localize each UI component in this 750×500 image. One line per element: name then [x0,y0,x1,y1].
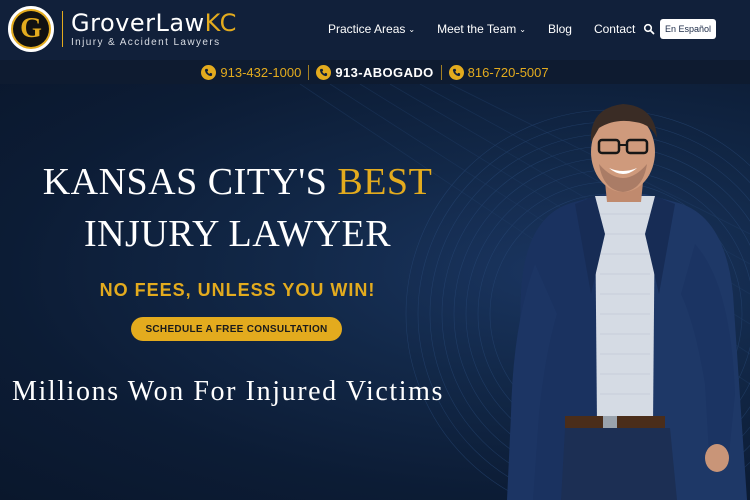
phone-link-3[interactable]: 816-720-5007 [448,64,549,80]
chevron-down-icon: ⌄ [519,24,526,34]
logo-text: GroverLawKC Injury & Accident Lawyers [71,11,237,48]
headline-accent: BEST [337,161,433,203]
nav-label: Contact [593,22,636,36]
attorney-photo [507,104,747,500]
schedule-consultation-button[interactable]: SCHEDULE A FREE CONSULTATION [131,317,342,341]
main-nav: Practice Areas ⌄ Meet the Team ⌄ Blog Cont… [328,22,657,36]
phone-number: 913-432-1000 [220,64,302,80]
nav-practice-areas[interactable]: Practice Areas ⌄ [328,22,415,36]
logo-mark: G [8,6,54,52]
logo-letter: G [13,11,49,47]
brand-name-accent: KC [204,8,237,37]
hero-headline-line2: INJURY LAWYER [83,213,392,255]
hero-section: KANSAS CITY'S BEST INJURY LAWYER NO FEES… [0,84,750,500]
nav-meet-the-team[interactable]: Meet the Team ⌄ [437,22,526,36]
phone-icon [316,64,332,80]
site-header: G GroverLawKC Injury & Accident Lawyers … [0,0,750,60]
hero-tagline: NO FEES, UNLESS YOU WIN! [99,280,376,300]
logo-divider [62,11,63,47]
nav-label: Meet the Team [437,22,517,36]
search-icon[interactable] [643,23,655,35]
nav-label: Blog [547,22,572,36]
brand-name: GroverLawKC [71,11,237,35]
phone-number: 816-720-5007 [467,64,549,80]
nav-label: Practice Areas [328,22,406,36]
logo[interactable]: G GroverLawKC Injury & Accident Lawyers [8,6,237,52]
phone-link-1[interactable]: 913-432-1000 [201,64,302,80]
phone-icon [201,64,217,80]
phone-link-2[interactable]: 913-ABOGADO [316,64,434,80]
language-button[interactable]: En Español [660,19,716,39]
hero-headline-line1: KANSAS CITY'S BEST [0,160,475,204]
headline-prefix: KANSAS CITY'S [42,161,338,203]
nav-blog[interactable]: Blog [548,22,572,36]
phone-bar: 913-432-1000 913-ABOGADO 816-720-5007 [0,60,750,84]
brand-tagline: Injury & Accident Lawyers [71,36,221,48]
chevron-down-icon: ⌄ [408,24,416,34]
phone-icon [448,64,464,80]
brand-name-main: GroverLaw [71,8,205,37]
phone-number: 913-ABOGADO [335,64,434,80]
divider [440,64,442,80]
hero-subheadline: Millions Won For Injured Victims [12,376,445,407]
nav-contact[interactable]: Contact [594,22,635,36]
divider [308,64,310,80]
